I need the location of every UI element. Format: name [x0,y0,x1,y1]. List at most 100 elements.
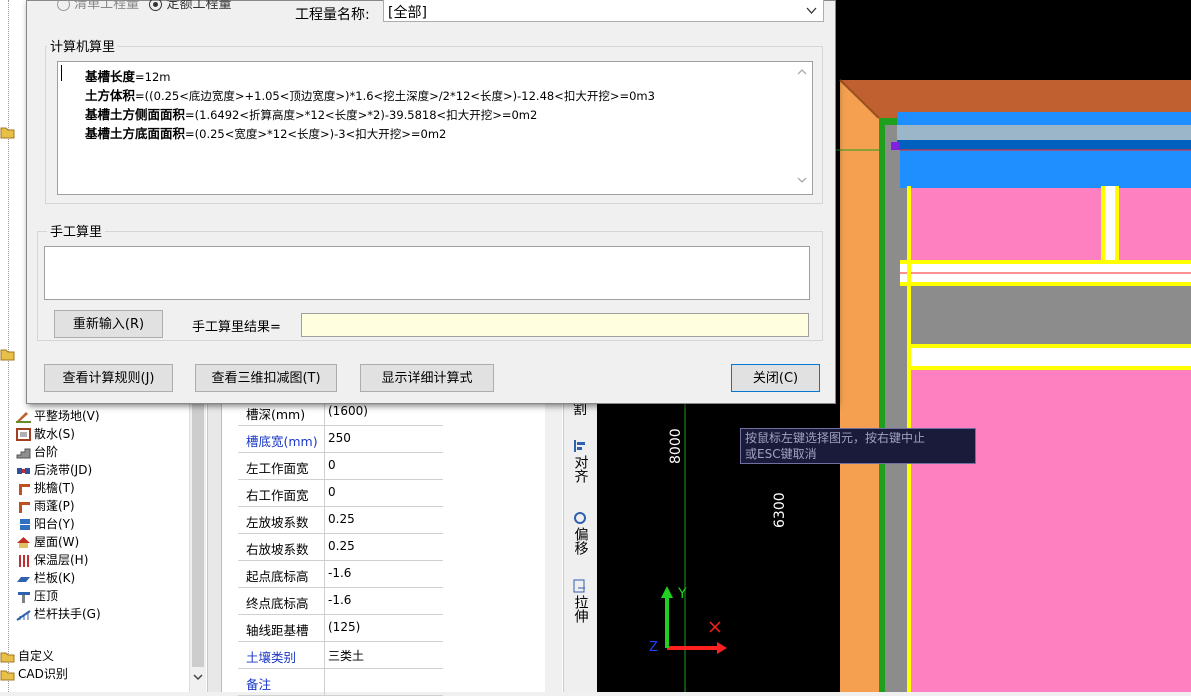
quantity-name-label: 工程量名称: [295,7,370,23]
eave-icon [19,484,30,495]
quantity-dialog: 清单工程量 定额工程量 工程量名称: [全部] 计算机算里 基槽长度=12m 土… [26,0,836,404]
formula-scrollbar[interactable] [793,62,811,192]
parapet-icon [17,577,30,582]
property-name: 左工作面宽 [246,461,309,476]
quantity-name-select[interactable]: [全部] [383,0,824,22]
quantity-type-radio-group: 清单工程量 定额工程量 [57,0,231,12]
chevron-up-icon[interactable] [797,68,807,76]
gray-band [909,286,1191,346]
split-button[interactable]: 割 [570,403,590,418]
manual-result-label: 手工算里结果= [192,320,281,335]
tree-item-steps[interactable]: 台阶 [16,443,58,461]
tree-item-parapet[interactable]: 栏板(K) [16,569,75,587]
property-row[interactable]: 右工作面宽 0 [238,480,443,507]
axis-z-label: Z [649,640,658,655]
property-divider [324,453,325,479]
property-row[interactable]: 左放坡系数 0.25 [238,507,443,534]
tree-scrollbar-thumb[interactable] [192,397,204,667]
tree-folder-cad[interactable]: CAD识别 [0,665,68,683]
tree-item-label: 雨蓬(P) [34,499,75,513]
close-button[interactable]: 关闭(C) [731,364,820,392]
view-rules-button[interactable]: 查看计算规则(J) [44,364,173,392]
offset-label: 偏移 [572,527,589,555]
manual-result-field[interactable] [301,313,809,337]
tree-item-canopy[interactable]: 雨蓬(P) [16,497,75,515]
align-label: 对齐 [572,455,589,483]
coping-icon [18,592,30,603]
tree-item-insulation[interactable]: 保温层(H) [16,551,88,569]
property-divider [324,534,325,560]
tree-item-label: 压顶 [34,589,59,603]
stretch-button[interactable]: 拉伸 [570,595,590,627]
property-name: 右放坡系数 [246,542,309,557]
tree-item-coping[interactable]: 压顶 [16,587,58,605]
tree-item-roof[interactable]: 屋面(W) [16,533,79,551]
property-row[interactable]: 土壤类别 三类土 [238,642,443,669]
tree-item-label: 散水(S) [34,427,75,441]
tree-item-balcony[interactable]: 阳台(Y) [16,515,75,533]
property-value[interactable]: 250 [328,431,351,445]
align-button[interactable]: 对齐 [570,455,590,487]
property-value[interactable]: 0.25 [328,512,355,526]
folder-open-icon [0,349,15,361]
radio-list-quantity-label: 清单工程量 [74,0,140,12]
property-divider [324,669,325,695]
tree-item-label: 挑檐(T) [34,481,75,495]
property-value[interactable]: 0 [328,458,336,472]
view-3d-deduction-button[interactable]: 查看三维扣减图(T) [195,364,337,392]
tree-item-post-cast-strip[interactable]: 后浇带(JD) [16,461,92,479]
property-divider [324,561,325,587]
insulation-icon [19,555,29,567]
tree-item-label: 栏板(K) [34,571,76,585]
formula-box[interactable]: 基槽长度=12m 土方体积=((0.25<底边宽度>+1.05<顶边宽度>)*1… [57,61,813,195]
radio-norm-quantity-label: 定额工程量 [166,0,232,12]
property-divider [324,507,325,533]
tooltip-line: 或ESC键取消 [745,447,817,461]
balcony-icon [20,519,30,530]
tree-item-level-ground[interactable]: 平整场地(V) [16,407,100,425]
property-name: 起点底标高 [246,569,309,584]
chevron-down-icon[interactable] [193,673,203,681]
post-cast-strip-icon [17,468,30,474]
tree-item-railing[interactable]: 栏杆扶手(G) [16,605,101,623]
tree-folder-label: CAD识别 [18,667,68,681]
axis-y-label: Y [678,586,687,602]
property-divider [324,615,325,641]
folder-open-icon [0,127,15,139]
radio-norm-quantity[interactable] [149,0,163,11]
property-value[interactable]: (125) [328,620,360,634]
stretch-label: 拉伸 [572,595,589,623]
radio-list-quantity[interactable] [57,0,70,11]
stretch-icon [573,579,585,593]
quantity-name-value: [全部] [388,5,427,21]
property-divider [324,642,325,668]
property-row[interactable]: 左工作面宽 0 [238,453,443,480]
show-detail-formula-button[interactable]: 显示详细计算式 [360,364,494,392]
property-value[interactable]: (1600) [328,404,368,418]
property-value[interactable]: 0.25 [328,539,355,553]
chevron-down-icon[interactable] [797,176,807,184]
property-value[interactable]: 三类土 [328,647,364,664]
property-row[interactable]: 槽底宽(mm) 250 [238,426,443,453]
property-row[interactable]: 终点底标高 -1.6 [238,588,443,615]
tree-scrollbar[interactable] [189,393,206,692]
property-row[interactable]: 右放坡系数 0.25 [238,534,443,561]
property-value[interactable]: 0 [328,485,336,499]
tree-item-eave[interactable]: 挑檐(T) [16,479,75,497]
property-value[interactable]: -1.6 [328,593,351,607]
tree-folder-custom[interactable]: 自定义 [0,647,54,665]
property-scrollbar[interactable] [545,395,562,692]
property-row[interactable]: 轴线距基槽 (125) [238,615,443,642]
folder-icon [0,652,15,663]
computer-calc-title: 计算机算里 [47,36,119,55]
offset-button[interactable]: 偏移 [570,527,590,559]
manual-formula-input[interactable] [44,246,810,300]
property-row[interactable]: 起点底标高 -1.6 [238,561,443,588]
tree-item-apron[interactable]: 散水(S) [16,425,75,443]
formula-line: 基槽长度=12m [85,69,171,84]
tree-item-label: 屋面(W) [34,535,80,549]
canopy-icon [19,502,30,513]
reinput-button[interactable]: 重新输入(R) [54,310,163,338]
property-value[interactable]: -1.6 [328,566,351,580]
formula-line: 土方体积=((0.25<底边宽度>+1.05<顶边宽度>)*1.6<挖土深度>/… [85,88,655,103]
